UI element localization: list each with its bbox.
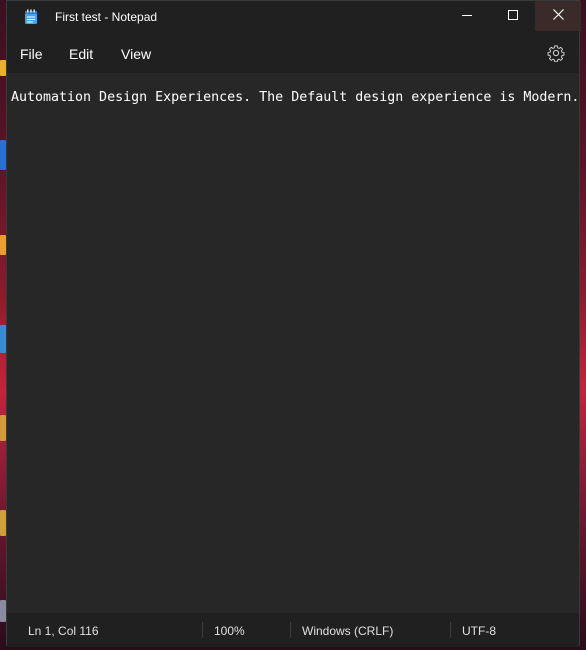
notepad-icon [24, 9, 38, 25]
status-encoding: UTF-8 [462, 624, 496, 638]
status-line-ending: Windows (CRLF) [302, 624, 394, 638]
minimize-icon [462, 7, 472, 25]
status-divider [450, 622, 451, 638]
gear-icon[interactable] [547, 44, 565, 63]
close-icon [552, 7, 564, 25]
close-button[interactable] [535, 1, 581, 31]
menu-view[interactable]: View [121, 45, 151, 63]
status-divider [290, 622, 291, 638]
maximize-icon [508, 7, 518, 25]
status-zoom: 100% [214, 624, 245, 638]
title-bar[interactable]: First test - Notepad [7, 1, 581, 33]
notepad-window: First test - Notepad File Edit View Auto… [6, 0, 581, 647]
minimize-button[interactable] [444, 1, 490, 31]
status-cursor-position: Ln 1, Col 116 [28, 624, 99, 638]
text-editor[interactable]: Automation Design Experiences. The Defau… [7, 73, 579, 613]
menu-bar: File Edit View [7, 33, 579, 73]
editor-content[interactable]: Automation Design Experiences. The Defau… [11, 90, 579, 106]
maximize-button[interactable] [490, 1, 536, 31]
window-title: First test - Notepad [55, 10, 158, 24]
status-bar: Ln 1, Col 116 100% Windows (CRLF) UTF-8 [7, 613, 579, 647]
menu-file[interactable]: File [20, 45, 43, 63]
menu-edit[interactable]: Edit [69, 45, 93, 63]
status-divider [202, 622, 203, 638]
